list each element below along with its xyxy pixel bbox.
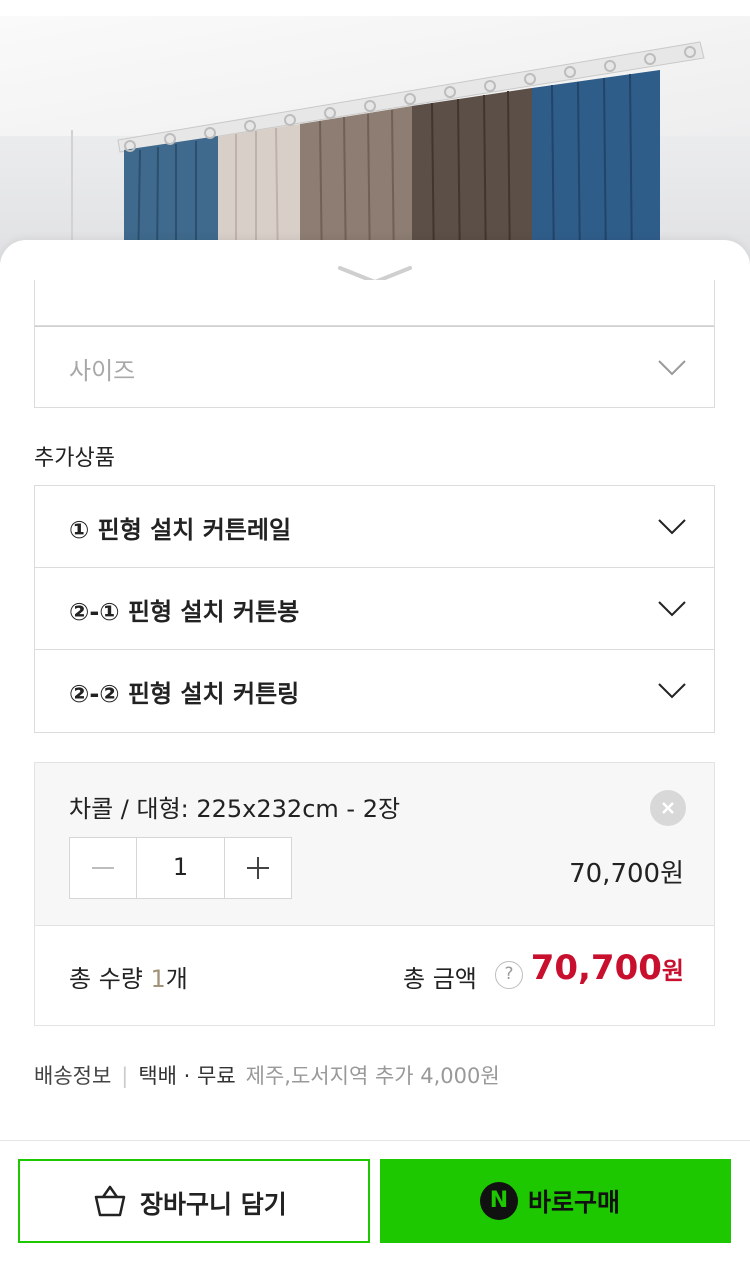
addon-label: ②-② 핀형 설치 커튼링 xyxy=(69,680,300,708)
add-to-cart-label: 장바구니 담기 xyxy=(140,1190,287,1219)
shipping-method: 택배 · 무료 xyxy=(138,1064,236,1088)
selected-option-card: 차콜 / 대형: 225x232cm - 2장 1 70,700원 xyxy=(34,762,715,926)
quantity-stepper: 1 xyxy=(69,837,292,899)
minus-icon xyxy=(92,867,114,869)
addon-label: ②-① 핀형 설치 커튼봉 xyxy=(69,598,300,626)
option-price: 70,700원 xyxy=(569,859,684,889)
increase-button[interactable] xyxy=(225,838,291,898)
decrease-button[interactable] xyxy=(70,838,136,898)
addon-list: ① 핀형 설치 커튼레일 ②-① 핀형 설치 커튼봉 ②-② 핀형 설치 커튼링 xyxy=(34,485,715,733)
addon-select-curtain-ring[interactable]: ②-② 핀형 설치 커튼링 xyxy=(35,650,714,732)
chevron-down-icon xyxy=(658,601,686,617)
total-quantity: 총 수량 1개 xyxy=(69,959,188,994)
shipping-extra-fee: 제주,도서지역 추가 4,000원 xyxy=(245,1064,500,1088)
previous-option-select[interactable] xyxy=(34,280,715,326)
size-select[interactable]: 사이즈 xyxy=(34,326,715,408)
total-quantity-unit: 개 xyxy=(165,965,188,993)
total-amount-value: 70,700 xyxy=(530,948,662,988)
shipping-info: 배송정보 | 택배 · 무료 제주,도서지역 추가 4,000원 xyxy=(34,1060,500,1090)
addons-title: 추가상품 xyxy=(34,446,115,471)
order-total: 총 수량 1개 총 금액 ? 70,700원 xyxy=(34,926,715,1026)
addon-select-curtain-rail[interactable]: ① 핀형 설치 커튼레일 xyxy=(35,486,714,568)
total-amount: 70,700원 xyxy=(531,948,684,988)
plus-icon xyxy=(247,857,269,879)
total-amount-unit: 원 xyxy=(661,957,684,985)
buy-now-button[interactable]: N 바로구매 xyxy=(380,1159,731,1243)
curtain-rail-illustration xyxy=(71,41,705,270)
remove-option-button[interactable] xyxy=(650,790,686,826)
total-quantity-label: 총 수량 xyxy=(69,965,143,993)
total-quantity-value: 1 xyxy=(150,965,166,993)
chevron-down-icon xyxy=(658,683,686,699)
shipping-label: 배송정보 xyxy=(34,1064,112,1088)
divider: | xyxy=(121,1064,129,1088)
naver-pay-logo: N xyxy=(480,1182,518,1220)
total-amount-label: 총 금액 xyxy=(403,965,477,993)
chevron-down-icon xyxy=(658,519,686,535)
product-photo xyxy=(0,0,750,270)
addon-label: ① 핀형 설치 커튼레일 xyxy=(69,516,292,544)
help-icon[interactable]: ? xyxy=(495,961,523,989)
option-bottom-sheet: 사이즈 추가상품 ① 핀형 설치 커튼레일 ②-① 핀형 설치 커튼봉 ②-② … xyxy=(0,240,750,1261)
close-icon xyxy=(662,802,674,814)
add-to-cart-button[interactable]: 장바구니 담기 xyxy=(18,1159,370,1243)
shopping-bag-icon xyxy=(94,1185,126,1217)
buy-now-label: 바로구매 xyxy=(528,1188,621,1217)
chevron-down-icon xyxy=(658,360,686,376)
addon-select-curtain-rod[interactable]: ②-① 핀형 설치 커튼봉 xyxy=(35,568,714,650)
footer-divider xyxy=(0,1140,750,1141)
size-select-placeholder: 사이즈 xyxy=(69,357,136,385)
selected-option-name: 차콜 / 대형: 225x232cm - 2장 xyxy=(69,795,401,823)
quantity-value[interactable]: 1 xyxy=(136,838,225,898)
